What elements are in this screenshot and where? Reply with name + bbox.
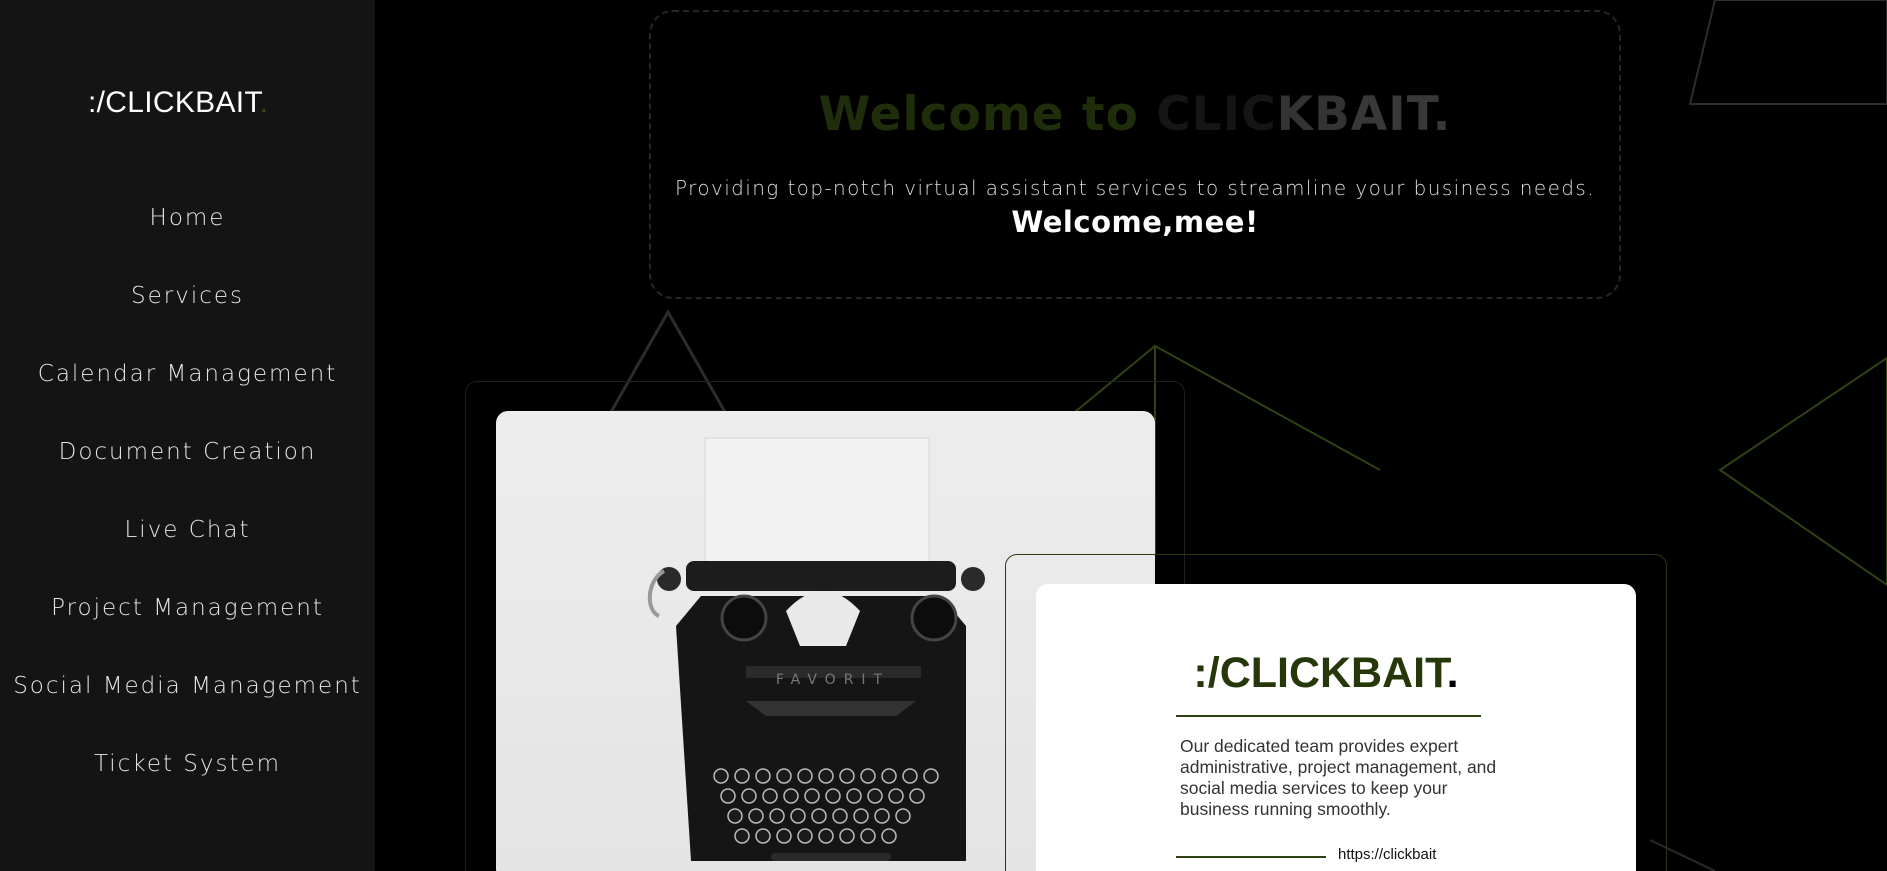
divider (1176, 715, 1481, 717)
sidebar-logo[interactable]: :/CLICKBAIT. (88, 86, 268, 120)
nav-item-document-creation[interactable]: Document Creation (0, 439, 375, 465)
nav-item-project-management[interactable]: Project Management (0, 595, 375, 621)
hero-title-part4: AIT. (1350, 87, 1452, 142)
info-card-logo: :/CLICKBAIT. (1036, 649, 1536, 698)
nav-item-calendar-management[interactable]: Calendar Management (0, 361, 375, 387)
nav-item-services[interactable]: Services (0, 283, 375, 309)
link-divider (1176, 856, 1326, 858)
info-card-logo-dot: . (1446, 649, 1459, 697)
triangle-green-right (1718, 356, 1887, 587)
sidebar-logo-text: :/CLICKBAIT (88, 86, 260, 119)
svg-text:FAVORIT: FAVORIT (776, 672, 890, 688)
info-card: :/CLICKBAIT. Our dedicated team provides… (1036, 584, 1636, 871)
hero-subtitle: Providing top-notch virtual assistant se… (675, 176, 1595, 200)
nav-item-social-media-management[interactable]: Social Media Management (0, 673, 375, 699)
hero-title: Welcome to CLICKBAIT. (651, 87, 1619, 142)
website-link[interactable]: https://clickbait (1338, 846, 1436, 863)
hero-title-part2: CLIC (1156, 87, 1277, 142)
hero-card: Welcome to CLICKBAIT. Providing top-notc… (649, 10, 1621, 299)
nav-item-home[interactable]: Home (0, 205, 375, 231)
sidebar-logo-dot: . (259, 86, 269, 119)
info-card-logo-text: :/CLICKBAIT (1193, 649, 1447, 697)
hero-title-part3: KB (1276, 87, 1351, 142)
nav-item-ticket-system[interactable]: Ticket System (0, 751, 375, 777)
info-card-description: Our dedicated team provides expert admin… (1180, 736, 1497, 819)
triangle-top-right (1688, 0, 1887, 105)
hero-welcome-message: Welcome,mee! (1011, 205, 1259, 239)
sidebar: :/CLICKBAIT. Home Services Calendar Mana… (0, 0, 375, 871)
hero-title-part1: Welcome to (818, 87, 1157, 142)
nav-item-live-chat[interactable]: Live Chat (0, 517, 375, 543)
